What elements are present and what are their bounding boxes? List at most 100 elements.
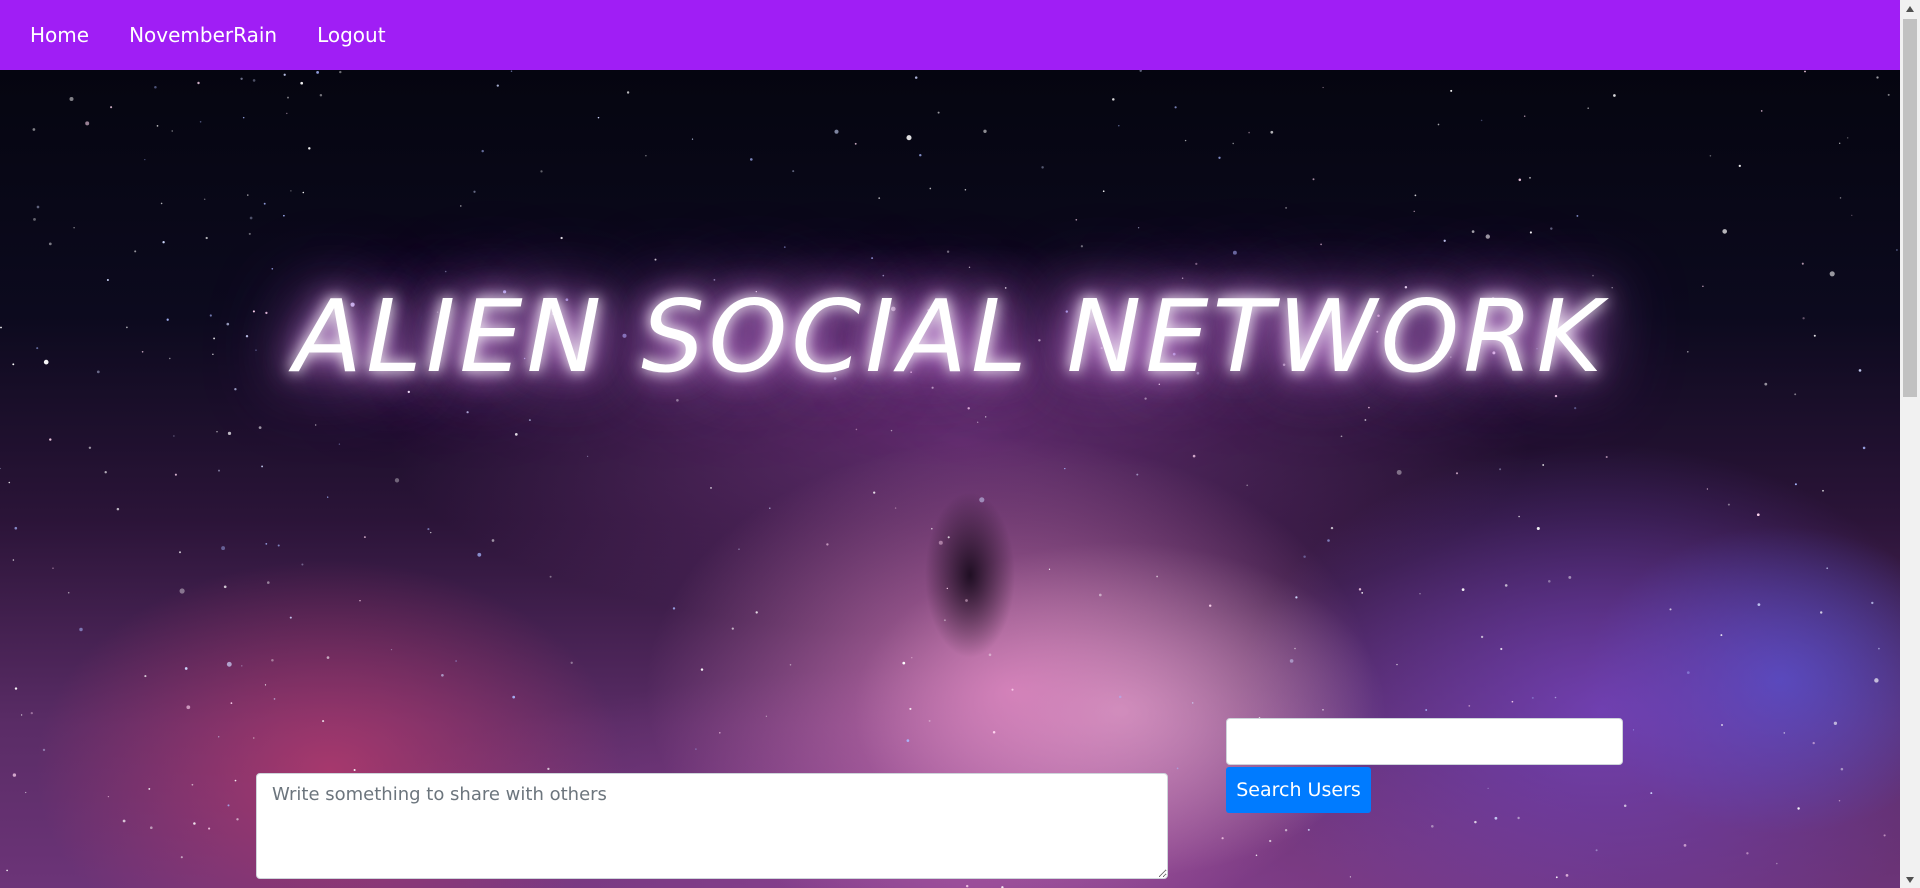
star (1461, 588, 1465, 591)
star (315, 424, 317, 426)
star (540, 170, 543, 173)
star (277, 544, 280, 547)
star (1554, 394, 1558, 398)
star (1485, 234, 1490, 239)
star (178, 551, 182, 554)
star (1847, 137, 1849, 139)
star (160, 202, 163, 205)
star (965, 884, 969, 888)
star (1839, 197, 1842, 199)
star (1819, 611, 1823, 614)
star (322, 720, 325, 723)
star (283, 214, 285, 217)
search-users-button[interactable]: Search Users (1226, 767, 1371, 813)
star (134, 250, 137, 253)
star (286, 112, 288, 115)
star (1632, 729, 1635, 731)
star (85, 121, 90, 126)
scrollbar-thumb[interactable] (1903, 19, 1917, 397)
star (227, 431, 232, 436)
star (1137, 227, 1140, 229)
star (1529, 231, 1532, 234)
star (20, 714, 23, 716)
star (49, 438, 52, 441)
star (1112, 98, 1115, 101)
star (1361, 592, 1364, 594)
star (308, 147, 311, 150)
star (496, 84, 499, 87)
star (162, 241, 165, 244)
nav-link-profile[interactable]: NovemberRain (109, 23, 297, 47)
star (248, 232, 251, 235)
star (789, 664, 792, 666)
star (855, 428, 858, 431)
star (359, 600, 361, 602)
star (1554, 696, 1557, 699)
star (1289, 659, 1294, 663)
star (186, 705, 191, 710)
star (1760, 110, 1763, 112)
star (755, 611, 758, 614)
scroll-up-arrow-icon[interactable] (1900, 0, 1920, 17)
star (205, 236, 208, 240)
star (1613, 94, 1616, 97)
star (977, 421, 979, 423)
post-textarea[interactable] (256, 773, 1168, 879)
star (1812, 741, 1815, 745)
star (116, 507, 120, 511)
star (1804, 70, 1806, 73)
star (1358, 588, 1362, 591)
nav-link-home[interactable]: Home (10, 23, 109, 47)
star (30, 711, 33, 715)
star (223, 585, 227, 589)
star (1851, 214, 1853, 217)
star (154, 85, 157, 89)
star (1474, 820, 1477, 824)
star (174, 473, 177, 476)
star (1425, 709, 1428, 711)
star (1706, 488, 1709, 490)
star (1720, 634, 1723, 637)
star (1320, 243, 1322, 246)
star (1494, 816, 1498, 820)
scroll-down-arrow-icon[interactable] (1900, 871, 1920, 888)
star (1156, 575, 1158, 578)
star (1396, 663, 1398, 666)
star (1192, 454, 1196, 458)
star (676, 399, 679, 402)
star (1468, 704, 1471, 707)
star (826, 543, 829, 546)
star (1531, 696, 1534, 699)
star (441, 673, 444, 677)
star (1871, 601, 1874, 605)
vertical-scrollbar[interactable] (1900, 0, 1920, 888)
star (979, 497, 985, 503)
page: Home NovemberRain Logout ALIEN SOCIAL NE… (0, 0, 1920, 888)
star (1064, 467, 1066, 470)
star (1312, 178, 1315, 181)
star (1340, 435, 1343, 438)
star (287, 96, 289, 99)
nav-link-logout[interactable]: Logout (297, 23, 405, 47)
star (1576, 214, 1579, 217)
star (1232, 142, 1234, 145)
star (967, 407, 970, 410)
star (965, 599, 968, 602)
star (52, 567, 54, 570)
star (528, 419, 531, 422)
star (240, 77, 243, 80)
star (156, 125, 159, 127)
star (1431, 825, 1434, 828)
star (1499, 468, 1502, 471)
search-users-input[interactable] (1226, 718, 1623, 765)
star (871, 257, 874, 260)
star (654, 258, 657, 261)
star (25, 791, 27, 794)
star (1822, 489, 1824, 492)
star (1368, 406, 1370, 409)
star (1269, 839, 1272, 843)
star (1208, 604, 1212, 607)
star (122, 819, 126, 823)
star (173, 435, 175, 437)
star (104, 471, 107, 474)
